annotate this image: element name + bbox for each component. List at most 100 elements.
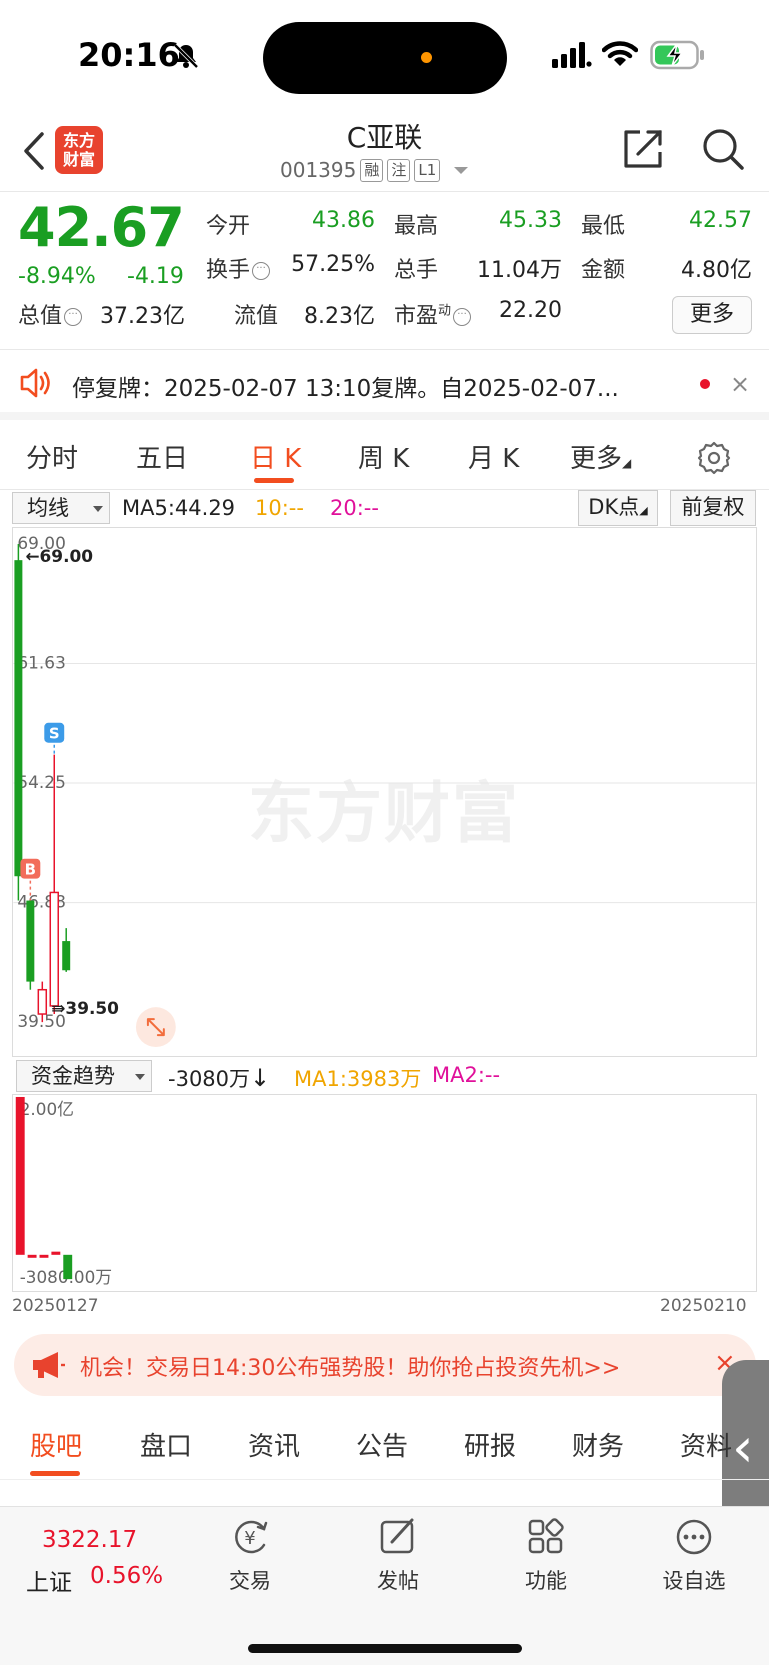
unread-dot	[700, 379, 710, 389]
volume-value: 11.04万	[477, 258, 562, 283]
wifi-icon	[602, 41, 638, 66]
info-dots-icon: ···	[453, 308, 472, 326]
candle-body	[14, 560, 23, 877]
dynamic-island	[263, 22, 507, 94]
change-amount: -4.19	[127, 264, 184, 289]
notice-text: 停复牌：2025-02-07 13:10复牌。自2025-02-07...	[72, 376, 619, 402]
dropdown-arrow-icon	[135, 1074, 145, 1080]
trade-icon: ¥	[235, 1520, 268, 1554]
tab-intraday[interactable]: 分时	[26, 438, 78, 475]
y-tick-label: 54.25	[17, 772, 65, 792]
tab-financials[interactable]: 财务	[572, 1426, 624, 1463]
function-button[interactable]: 功能	[496, 1517, 596, 1595]
x-axis-start-date: 20250127	[12, 1296, 99, 1316]
function-icon	[528, 1518, 564, 1554]
registration-tag: 注	[387, 158, 411, 182]
active-tab-indicator	[30, 1471, 80, 1476]
chart-period-tabs: 分时 五日 日 K 周 K 月 K 更多◢	[0, 428, 769, 490]
candle-body	[62, 941, 71, 971]
down-arrow-icon: ↓	[250, 1064, 271, 1092]
min-price-label: ⇛39.50	[51, 998, 119, 1018]
pe-value: 22.20	[499, 298, 562, 323]
change-percent: -8.94%	[18, 264, 96, 289]
tab-announcements[interactable]: 公告	[356, 1426, 408, 1463]
megaphone-icon	[33, 1352, 65, 1378]
tab-monthly-k[interactable]: 月 K	[468, 438, 519, 475]
total-cap-label[interactable]: 总值 ···	[18, 298, 83, 330]
suspension-notice[interactable]: 停复牌：2025-02-07 13:10复牌。自2025-02-07... ×	[0, 350, 769, 420]
fund-flow-bar	[51, 1251, 61, 1255]
bell-muted-icon	[173, 43, 199, 69]
fund-flow-chart[interactable]: 2.00亿-3080.00万	[12, 1094, 757, 1292]
x-axis-end-date: 20250210	[660, 1296, 747, 1316]
fund-flow-bar	[27, 1254, 37, 1258]
tab-profile[interactable]: 资料	[680, 1426, 732, 1463]
index-name[interactable]: 上证	[26, 1563, 72, 1597]
pe-label[interactable]: 市盈动 ···	[394, 298, 472, 330]
gear-icon[interactable]	[696, 440, 732, 476]
total-cap-value: 37.23亿	[100, 304, 185, 329]
fund-flow-select[interactable]: 资金趋势	[16, 1060, 152, 1092]
stock-code: 001395	[280, 158, 357, 182]
ma10-value: 10:--	[255, 496, 304, 520]
add-watchlist-button[interactable]: 设自选	[644, 1517, 744, 1595]
post-button[interactable]: 发帖	[348, 1517, 448, 1595]
low-label: 最低	[581, 214, 626, 239]
svg-text:¥: ¥	[244, 1528, 255, 1549]
tab-news[interactable]: 资讯	[248, 1426, 300, 1463]
turnover-label[interactable]: 换手 ···	[206, 252, 271, 284]
float-cap-value: 8.23亿	[304, 304, 375, 329]
close-icon[interactable]: ×	[730, 370, 750, 398]
battery-charging-icon	[650, 40, 704, 70]
quote-panel: 42.67 -8.94% -4.19 今开 43.86 最高 45.33 最低 …	[0, 192, 769, 350]
chart-toolbar: 均线 MA5:44.29 10:-- 20:-- DK点◢ 前复权	[0, 490, 769, 526]
indicator-select[interactable]: 均线	[12, 492, 110, 524]
y-tick-label: 2.00亿	[20, 1099, 74, 1119]
tab-research[interactable]: 研报	[464, 1426, 516, 1463]
forward-adjust-button[interactable]: 前复权	[670, 490, 756, 526]
high-value: 45.33	[499, 208, 562, 233]
tab-more[interactable]: 更多◢	[570, 438, 631, 475]
fund-flow-ma1: MA1:3983万	[294, 1067, 422, 1091]
sell-marker-label: S	[49, 725, 60, 743]
fund-flow-bar	[63, 1254, 73, 1280]
fund-flow-bar	[15, 1096, 25, 1255]
info-dots-icon: ···	[252, 262, 271, 280]
index-change[interactable]: 0.56%	[90, 1563, 163, 1589]
ma20-value: 20:--	[330, 496, 379, 520]
promo-banner[interactable]: 机会！交易日14:30公布强势股！助你抢占投资先机>> ×	[14, 1334, 756, 1396]
amount-value: 4.80亿	[681, 258, 752, 283]
more-fields-button[interactable]: 更多	[672, 296, 752, 334]
chevron-down-icon	[454, 166, 469, 174]
share-icon[interactable]	[620, 126, 666, 172]
index-value[interactable]: 3322.17	[42, 1527, 137, 1553]
volume-label: 总手	[394, 258, 439, 283]
tab-weekly-k[interactable]: 周 K	[358, 438, 409, 475]
info-dots-icon: ···	[64, 308, 83, 326]
watchlist-icon	[676, 1519, 712, 1555]
ma5-value: MA5:44.29	[122, 496, 236, 520]
dk-point-button[interactable]: DK点◢	[578, 490, 658, 526]
promo-text: 机会！交易日14:30公布强势股！助你抢占投资先机>>	[80, 1356, 621, 1381]
post-icon	[380, 1518, 414, 1554]
margin-tag: 融	[360, 158, 384, 182]
current-price: 42.67	[18, 196, 185, 259]
buy-marker-label: B	[25, 861, 36, 879]
status-time: 20:16	[78, 36, 180, 74]
content-tabs: 股吧 盘口 资讯 公告 研报 财务 资料	[0, 1410, 769, 1480]
fund-flow-bar	[39, 1254, 49, 1258]
stock-header: 东方 财富 C亚联 001395 融 注 L1	[0, 110, 769, 192]
stock-code-row[interactable]: 001395 融 注 L1	[280, 158, 469, 182]
fund-flow-ma2: MA2:--	[432, 1063, 501, 1087]
open-value: 43.86	[312, 208, 375, 233]
tab-order-book[interactable]: 盘口	[140, 1426, 192, 1463]
candlestick-chart[interactable]: 69.0061.6354.2546.8839.50←69.00⇛39.50BS	[12, 527, 757, 1057]
tab-daily-k[interactable]: 日 K	[250, 438, 301, 475]
search-icon[interactable]	[700, 126, 746, 172]
low-value: 42.57	[689, 208, 752, 233]
candle-body	[37, 988, 48, 1015]
tab-guba[interactable]: 股吧	[30, 1426, 82, 1463]
privacy-dot-icon	[421, 52, 432, 63]
trade-button[interactable]: ¥ 交易	[200, 1517, 300, 1595]
tab-five-day[interactable]: 五日	[136, 438, 188, 475]
